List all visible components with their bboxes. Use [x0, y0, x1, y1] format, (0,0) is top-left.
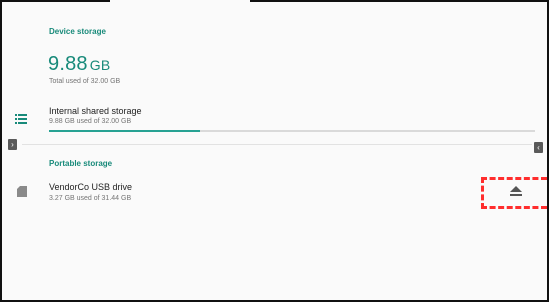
device-storage-header: Device storage: [49, 27, 106, 36]
internal-storage-bar-fill: [49, 130, 200, 132]
section-divider: [22, 144, 532, 145]
usb-drive-subtitle: 3.27 GB used of 31.44 GB: [49, 195, 132, 202]
top-edge-right: [250, 0, 549, 2]
top-edge-left: [2, 0, 110, 2]
internal-storage-subtitle: 9.88 GB used of 32.00 GB: [49, 118, 132, 125]
internal-storage-title: Internal shared storage: [49, 106, 142, 116]
device-used-value: 9.88: [48, 53, 88, 75]
portable-storage-header: Portable storage: [49, 159, 113, 168]
internal-storage-bar: [49, 130, 535, 132]
sd-card-icon: [17, 186, 27, 197]
chevron-left-icon[interactable]: ‹: [534, 142, 543, 153]
device-used-unit: GB: [89, 57, 111, 73]
chevron-right-icon[interactable]: ›: [8, 139, 17, 150]
list-icon: [15, 114, 27, 124]
device-total-text: Total used of 32.00 GB: [49, 78, 121, 85]
device-used-amount: 9.88 GB: [48, 53, 110, 76]
settings-window: Device storage 9.88 GB Total used of 32.0…: [0, 0, 549, 302]
window-top-edge: [2, 0, 549, 4]
usb-drive-title: VendorCo USB drive: [49, 182, 133, 192]
eject-icon[interactable]: [510, 186, 522, 196]
